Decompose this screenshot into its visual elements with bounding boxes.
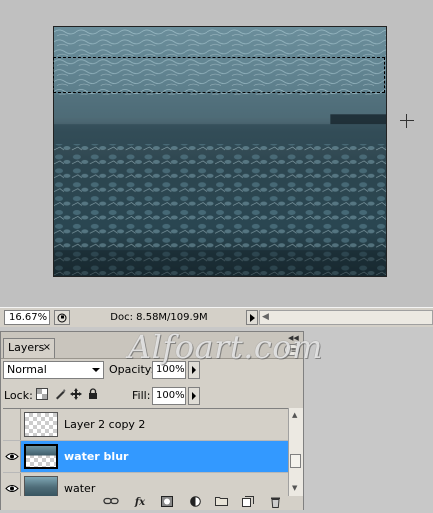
canvas-area[interactable] bbox=[0, 0, 433, 307]
layer-row[interactable]: Layer 2 copy 2 bbox=[3, 409, 288, 441]
new-layer-icon[interactable] bbox=[240, 496, 256, 510]
crosshair-cursor-icon bbox=[400, 114, 414, 128]
blend-mode-value: Normal bbox=[7, 363, 47, 376]
fill-field[interactable]: 100% bbox=[152, 387, 186, 405]
layer-row-selected[interactable]: water blur bbox=[3, 441, 288, 473]
document-size-readout: Doc: 8.58M/109.9M bbox=[110, 312, 208, 323]
status-bar: 16.67% Doc: 8.58M/109.9M ◀ bbox=[0, 307, 433, 327]
status-menu-icon[interactable] bbox=[54, 310, 70, 325]
mask-icon[interactable] bbox=[159, 496, 175, 510]
fill-label: Fill: bbox=[132, 389, 151, 402]
lock-image-pixels-icon[interactable] bbox=[53, 387, 67, 401]
fx-icon[interactable]: fx bbox=[132, 496, 148, 510]
status-expand-arrow-button[interactable] bbox=[246, 310, 258, 325]
workspace-background bbox=[304, 327, 433, 510]
visibility-toggle[interactable] bbox=[3, 441, 21, 472]
tab-layers-label: Layers bbox=[8, 341, 45, 354]
layer-name: water bbox=[64, 482, 96, 495]
scroll-down-arrow-icon[interactable]: ▼ bbox=[292, 484, 297, 492]
panel-tab-bar: Layers × ◀◀ ▾≡ bbox=[1, 332, 303, 359]
eye-icon bbox=[4, 485, 19, 492]
layers-panel: Layers × ◀◀ ▾≡ Normal Opacity: 100% Lock… bbox=[0, 331, 304, 510]
layer-name: Layer 2 copy 2 bbox=[64, 418, 146, 431]
trash-icon[interactable] bbox=[267, 496, 283, 510]
layer-thumbnail bbox=[24, 476, 58, 497]
layer-row[interactable]: water bbox=[3, 473, 288, 497]
layer-list: Layer 2 copy 2 water blur water bbox=[3, 408, 288, 497]
status-info-icon bbox=[57, 313, 67, 322]
collapse-panel-icon[interactable]: ◀◀ bbox=[288, 334, 299, 343]
scroll-left-arrow-icon[interactable]: ◀ bbox=[262, 313, 269, 322]
opacity-label: Opacity: bbox=[109, 363, 155, 376]
link-icon[interactable] bbox=[103, 496, 119, 510]
fill-slider-button[interactable] bbox=[188, 387, 200, 405]
layer-name: water blur bbox=[64, 450, 129, 463]
opacity-field[interactable]: 100% bbox=[152, 361, 186, 379]
close-icon[interactable]: × bbox=[43, 339, 51, 357]
eye-icon bbox=[4, 453, 19, 460]
layer-thumbnail bbox=[24, 444, 58, 469]
lock-transparent-pixels-icon[interactable] bbox=[35, 387, 49, 401]
visibility-toggle[interactable] bbox=[3, 409, 21, 440]
scrollbar-thumb[interactable] bbox=[290, 454, 301, 468]
adjustment-icon[interactable] bbox=[187, 496, 203, 510]
lock-all-icon[interactable] bbox=[86, 387, 100, 401]
scroll-up-arrow-icon[interactable]: ▲ bbox=[292, 411, 297, 419]
folder-icon[interactable] bbox=[213, 496, 229, 510]
lock-label: Lock: bbox=[4, 389, 33, 402]
document-image[interactable] bbox=[53, 26, 387, 277]
horizontal-scrollbar[interactable]: ◀ bbox=[259, 310, 433, 325]
visibility-toggle[interactable] bbox=[3, 473, 21, 497]
tab-layers[interactable]: Layers × bbox=[3, 338, 55, 358]
zoom-level-field[interactable]: 16.67% bbox=[4, 310, 50, 325]
lock-position-icon[interactable] bbox=[69, 387, 83, 401]
vertical-scrollbar[interactable]: ▲ ▼ bbox=[288, 408, 303, 496]
layers-panel-toolbar: fx bbox=[1, 496, 303, 510]
opacity-slider-button[interactable] bbox=[188, 361, 200, 379]
panel-menu-icon[interactable]: ▾≡ bbox=[284, 344, 300, 356]
chevron-down-icon bbox=[92, 368, 100, 372]
blend-mode-select[interactable]: Normal bbox=[3, 361, 104, 379]
layer-thumbnail bbox=[24, 412, 58, 437]
